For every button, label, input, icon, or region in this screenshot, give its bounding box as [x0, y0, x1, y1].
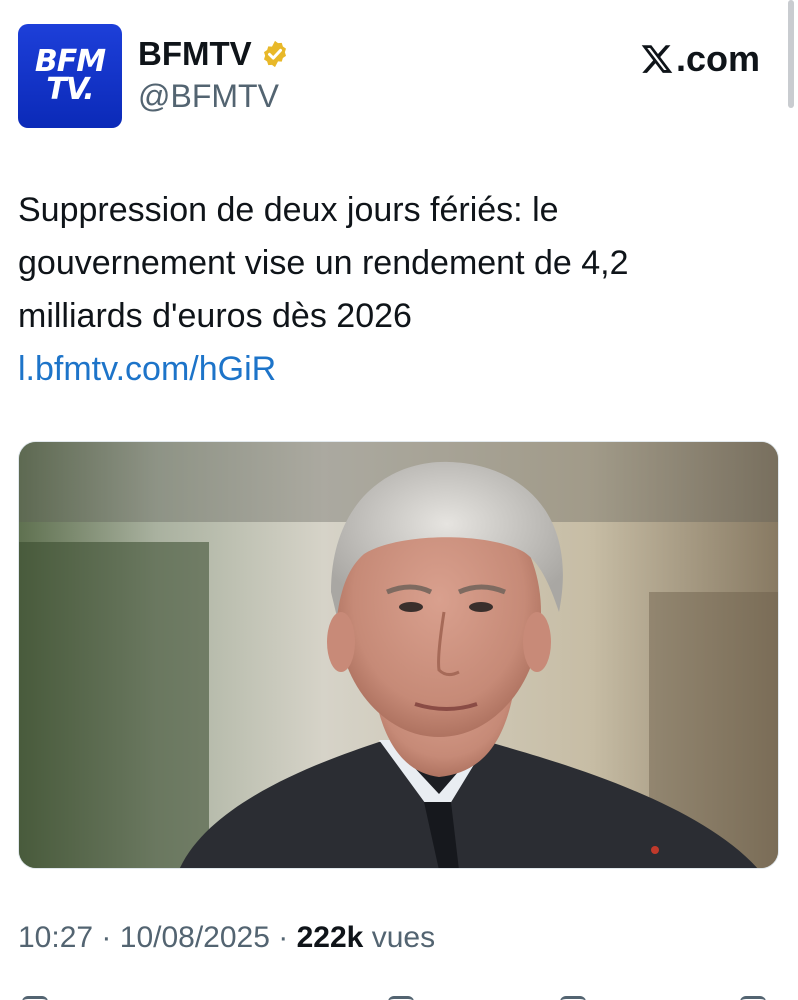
- x-logo-icon: [641, 45, 673, 73]
- tweet-date[interactable]: 10/08/2025: [120, 921, 270, 954]
- portrait-photo: [19, 442, 778, 868]
- action-bar-peek: [0, 990, 798, 1000]
- share-icon[interactable]: [740, 996, 766, 1000]
- tweet-link[interactable]: l.bfmtv.com/hGiR: [18, 343, 758, 396]
- views-count: 222k: [296, 921, 364, 954]
- site-label: .com: [675, 38, 760, 79]
- display-name[interactable]: BFMTV: [138, 34, 252, 74]
- bookmark-icon[interactable]: [560, 996, 586, 1000]
- tweet-time[interactable]: 10:27: [18, 921, 93, 954]
- like-icon[interactable]: [388, 996, 414, 1000]
- tweet-photo[interactable]: [18, 441, 779, 869]
- author-block[interactable]: BFMTV @BFMTV: [138, 34, 290, 116]
- avatar[interactable]: BFM TV.: [18, 24, 122, 128]
- account-handle[interactable]: @BFMTV: [138, 76, 290, 116]
- tweet-page: BFM TV. BFMTV @BFMTV .com Suppression de…: [0, 0, 798, 1000]
- reply-icon[interactable]: [22, 996, 48, 1000]
- verified-badge-icon: [263, 40, 286, 68]
- avatar-text-line2: TV.: [46, 72, 94, 107]
- tweet-body: Suppression de deux jours fériés: le gou…: [18, 184, 758, 396]
- tweet-header: BFM TV. BFMTV @BFMTV .com: [18, 24, 760, 130]
- x-com-branding[interactable]: .com: [640, 38, 760, 80]
- display-name-row: BFMTV: [138, 34, 290, 74]
- views-label: vues: [371, 921, 436, 954]
- scrollbar[interactable]: [788, 0, 794, 108]
- meta-separator: ·: [101, 921, 112, 954]
- tweet-meta: 10:27 · 10/08/2025 · 222k vues: [18, 918, 435, 958]
- tweet-text: Suppression de deux jours fériés: le gou…: [18, 191, 629, 335]
- meta-separator-2: ·: [278, 921, 289, 954]
